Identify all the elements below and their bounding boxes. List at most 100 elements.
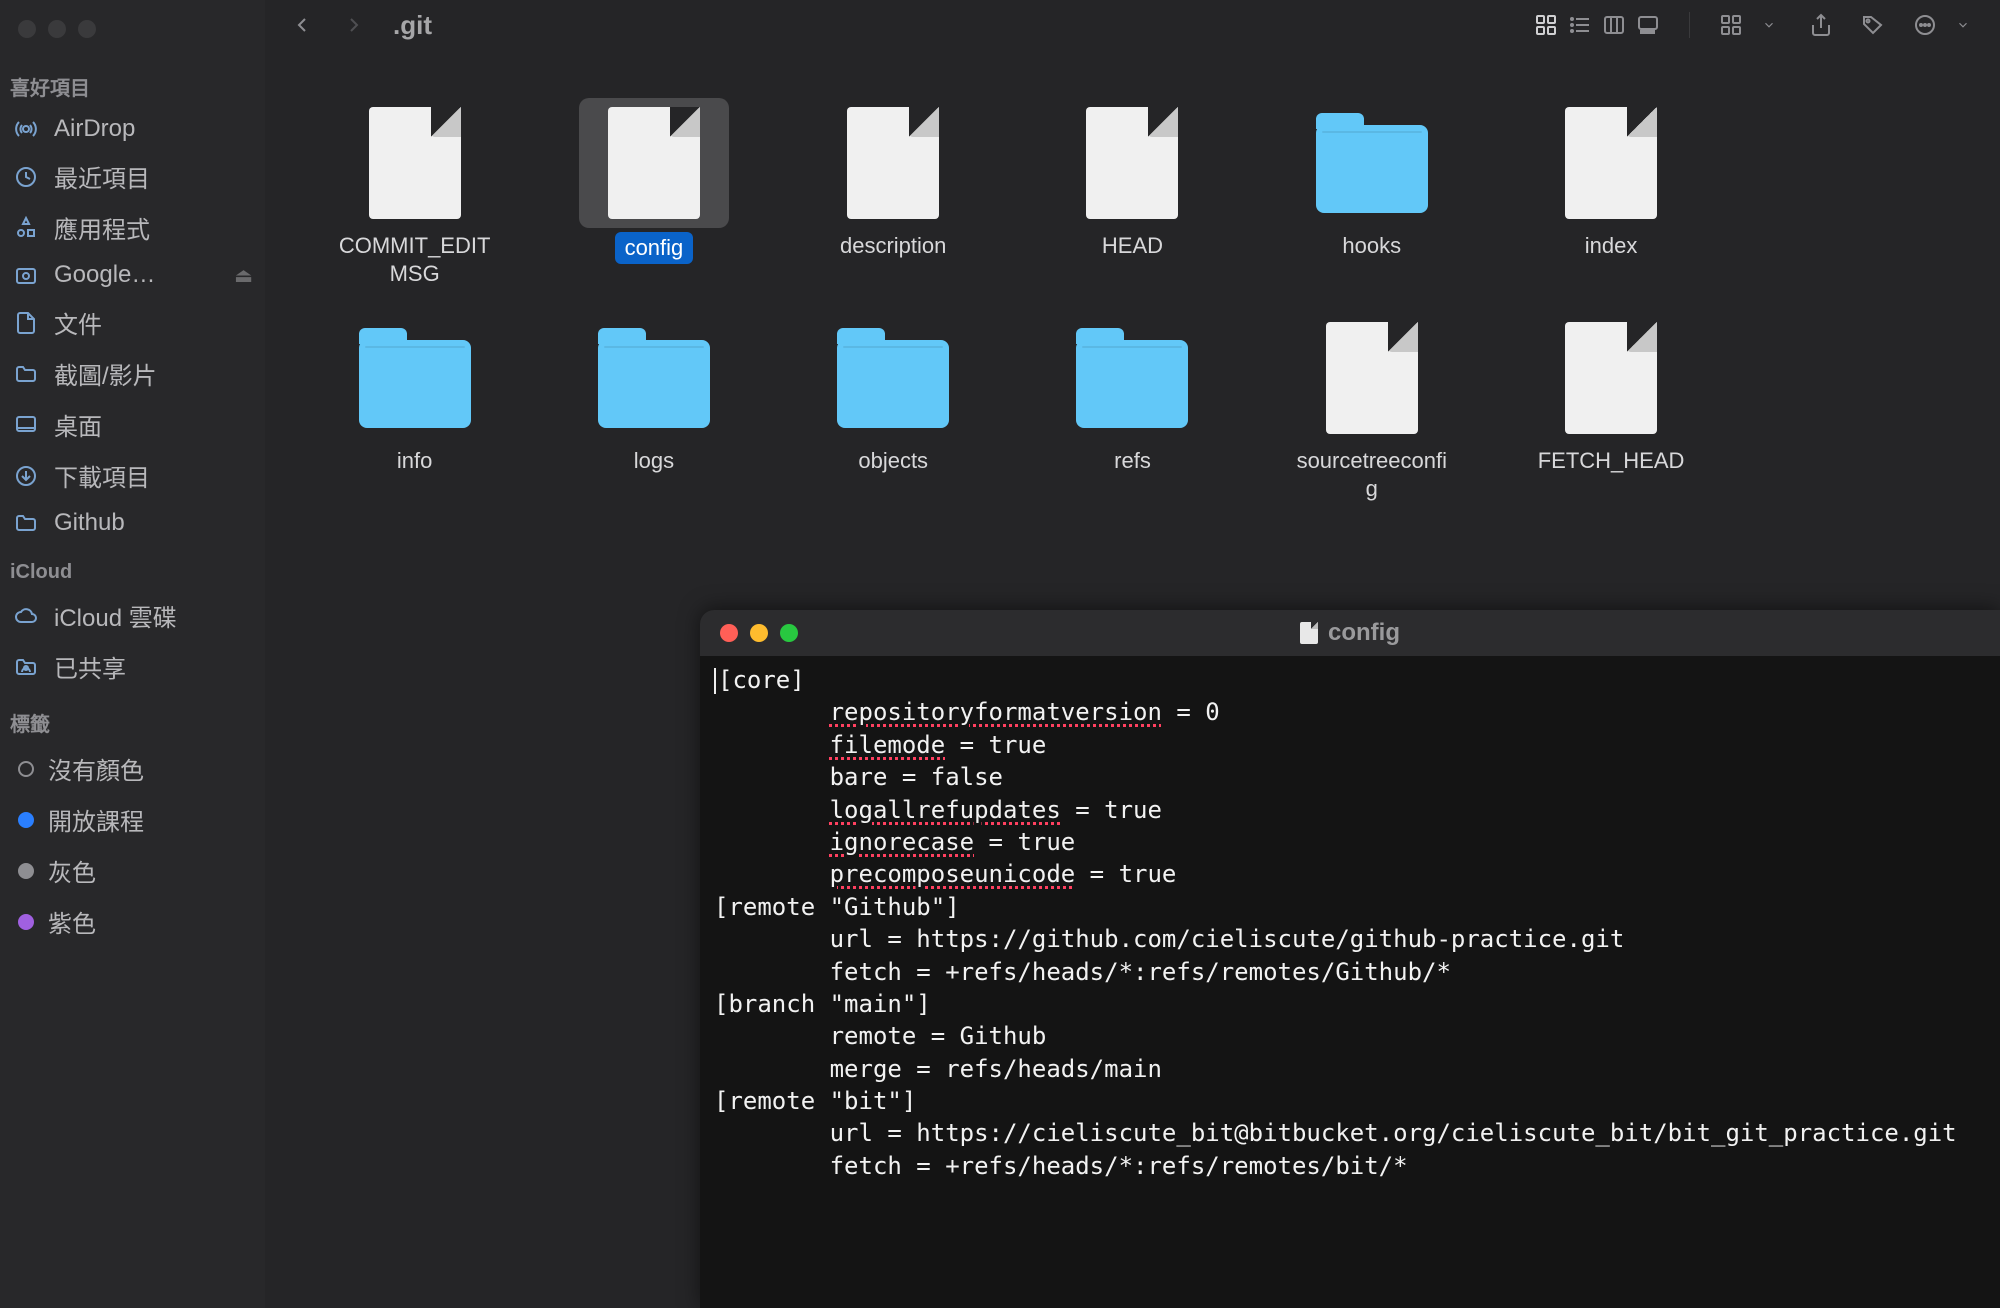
favorites-item[interactable]: Github — [0, 501, 265, 545]
window-close-icon[interactable] — [18, 20, 36, 38]
folder-icon — [12, 509, 40, 537]
tag-label: 灰色 — [48, 853, 96, 888]
airdrop-icon — [12, 115, 40, 143]
view-list-button[interactable] — [1563, 10, 1597, 40]
tag-item[interactable]: 灰色 — [0, 845, 265, 896]
editor-title: config — [1328, 619, 1400, 647]
tag-label: 開放課程 — [48, 802, 144, 837]
file-item[interactable]: index — [1526, 90, 1696, 295]
favorites-item[interactable]: Google… ⏏ — [0, 253, 265, 297]
group-chevron-icon[interactable] — [1752, 10, 1786, 40]
sidebar-item-label: AirDrop — [54, 115, 135, 143]
editor-window: config [core] repositoryformatversion = … — [700, 610, 2000, 1308]
folder-icon — [598, 340, 710, 428]
sidebar-item-label: 文件 — [54, 305, 102, 340]
share-button[interactable] — [1804, 10, 1838, 40]
tag-dot-icon — [18, 914, 34, 930]
file-icon — [1565, 322, 1657, 434]
folder-item[interactable]: info — [330, 305, 500, 510]
file-item[interactable]: config — [569, 90, 739, 295]
tag-label: 紫色 — [48, 904, 96, 939]
sidebar-item-label: 桌面 — [54, 407, 102, 442]
folder-item[interactable]: hooks — [1287, 90, 1457, 295]
sidebar-item-label: 應用程式 — [54, 210, 150, 245]
editor-titlebar[interactable]: config — [700, 610, 2000, 656]
file-item[interactable]: FETCH_HEAD — [1526, 305, 1696, 510]
view-icons-button[interactable] — [1529, 10, 1563, 40]
favorites-item[interactable]: 下載項目 — [0, 450, 265, 501]
favorites-item[interactable]: 應用程式 — [0, 202, 265, 253]
gdrive-icon — [12, 261, 40, 289]
view-columns-button[interactable] — [1597, 10, 1631, 40]
window-minimize-icon[interactable] — [48, 20, 66, 38]
group-button[interactable] — [1714, 10, 1748, 40]
main-area: .git — [265, 0, 2000, 1308]
download-icon — [12, 462, 40, 490]
editor-close-icon[interactable] — [720, 624, 738, 642]
cloud-icon — [12, 602, 40, 630]
file-item[interactable]: description — [808, 90, 978, 295]
file-icon — [369, 107, 461, 219]
tag-label: 沒有顏色 — [48, 751, 144, 786]
file-item[interactable]: HEAD — [1047, 90, 1217, 295]
item-label: refs — [1114, 447, 1151, 475]
doc-icon — [12, 309, 40, 337]
sidebar-item-label: 截圖/影片 — [54, 356, 157, 391]
tag-item[interactable]: 沒有顏色 — [0, 743, 265, 794]
folder-icon — [12, 360, 40, 388]
forward-button[interactable] — [337, 10, 371, 40]
folder-item[interactable]: logs — [569, 305, 739, 510]
clock-icon — [12, 163, 40, 191]
desktop-icon — [12, 411, 40, 439]
icloud-item[interactable]: 已共享 — [0, 641, 265, 692]
item-label: description — [840, 232, 946, 260]
editor-content[interactable]: [core] repositoryformatversion = 0 filem… — [700, 656, 2000, 1190]
icloud-item[interactable]: iCloud 雲碟 — [0, 590, 265, 641]
view-gallery-button[interactable] — [1631, 10, 1665, 40]
sidebar-section-tags-title: 標籤 — [0, 692, 265, 743]
tag-item[interactable]: 開放課程 — [0, 794, 265, 845]
favorites-item[interactable]: AirDrop — [0, 107, 265, 151]
file-item[interactable]: sourcetreeconfig — [1287, 305, 1457, 510]
file-icon — [1086, 107, 1178, 219]
toolbar: .git — [265, 0, 2000, 50]
eject-icon[interactable]: ⏏ — [234, 263, 253, 288]
file-icon — [847, 107, 939, 219]
folder-item[interactable]: refs — [1047, 305, 1217, 510]
tags-button[interactable] — [1856, 10, 1890, 40]
path-title: .git — [393, 10, 432, 41]
file-icon — [1565, 107, 1657, 219]
item-label: HEAD — [1102, 232, 1163, 260]
item-label: index — [1585, 232, 1638, 260]
sidebar-item-label: Github — [54, 509, 125, 537]
item-label: info — [397, 447, 432, 475]
file-item[interactable]: COMMIT_EDITMSG — [330, 90, 500, 295]
editor-minimize-icon[interactable] — [750, 624, 768, 642]
folder-icon — [837, 340, 949, 428]
action-chevron-icon[interactable] — [1946, 10, 1980, 40]
editor-zoom-icon[interactable] — [780, 624, 798, 642]
shared-icon — [12, 653, 40, 681]
tag-dot-icon — [18, 812, 34, 828]
action-button[interactable] — [1908, 10, 1942, 40]
folder-item[interactable]: objects — [808, 305, 978, 510]
favorites-item[interactable]: 截圖/影片 — [0, 348, 265, 399]
item-label: logs — [634, 447, 674, 475]
file-icon — [1300, 622, 1318, 644]
back-button[interactable] — [285, 10, 319, 40]
sidebar-item-label: iCloud 雲碟 — [54, 598, 177, 633]
item-label: config — [615, 232, 694, 264]
sidebar-item-label: Google… — [54, 261, 155, 289]
item-label: sourcetreeconfig — [1295, 447, 1449, 502]
window-zoom-icon[interactable] — [78, 20, 96, 38]
favorites-item[interactable]: 文件 — [0, 297, 265, 348]
tag-dot-icon — [18, 761, 34, 777]
tag-item[interactable]: 紫色 — [0, 896, 265, 947]
folder-icon — [359, 340, 471, 428]
folder-icon — [1316, 125, 1428, 213]
favorites-item[interactable]: 最近項目 — [0, 151, 265, 202]
folder-icon — [1076, 340, 1188, 428]
sidebar-section-icloud-title: iCloud — [0, 545, 265, 590]
sidebar-section-favorites-title: 喜好項目 — [0, 56, 265, 107]
favorites-item[interactable]: 桌面 — [0, 399, 265, 450]
